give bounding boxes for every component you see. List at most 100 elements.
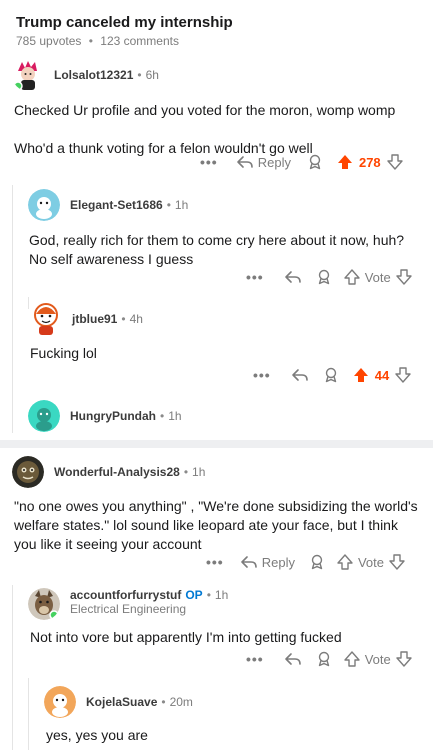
comment-author[interactable]: jtblue91 — [72, 312, 117, 326]
avatar[interactable] — [28, 189, 60, 221]
upvote-arrow-icon[interactable] — [353, 367, 369, 383]
reply-button[interactable]: Reply — [236, 154, 291, 170]
downvote-arrow-icon[interactable] — [395, 367, 411, 383]
reply-arrow-icon[interactable] — [284, 269, 302, 285]
section-separator — [0, 440, 433, 448]
award-icon[interactable] — [309, 554, 325, 570]
op-badge: OP — [185, 588, 203, 602]
separator-dot: • — [88, 34, 93, 48]
separator-dot: • — [121, 312, 126, 326]
avatar[interactable] — [12, 456, 44, 488]
comment-header: Elegant-Set1686 • 1h — [28, 189, 188, 221]
downvote-arrow-icon[interactable] — [396, 269, 412, 285]
comment-time: 4h — [129, 312, 143, 326]
comment-time: 6h — [145, 68, 159, 82]
comment-body: God, really rich for them to come cry he… — [29, 231, 424, 269]
thread-line[interactable] — [28, 297, 29, 309]
separator-dot: • — [183, 465, 189, 479]
comment-header: Lolsalot12321 • 6h — [12, 59, 159, 91]
reply-label: Reply — [257, 154, 291, 170]
separator-dot: • — [161, 695, 166, 709]
vote-label: Vote — [357, 554, 384, 570]
reply-arrow-icon — [236, 156, 253, 168]
comment-time: 1h — [174, 198, 189, 212]
award-icon[interactable] — [323, 367, 339, 383]
comment-text: Fucking lol — [30, 345, 97, 361]
comment-body: Fucking lol — [30, 344, 420, 363]
comment-header: jtblue91 • 4h — [30, 302, 143, 336]
avatar[interactable] — [44, 686, 76, 718]
vote-label: Vote — [364, 651, 391, 667]
comment-header: Wonderful-Analysis28 • 1h — [12, 456, 205, 488]
upvote-arrow-icon[interactable] — [337, 554, 353, 570]
comment-actions: ••• Reply Vote — [206, 554, 405, 570]
avatar[interactable] — [12, 59, 44, 91]
author-block: accountforfurrystuf OP • 1h Electrical E… — [70, 588, 228, 616]
more-icon[interactable]: ••• — [200, 154, 218, 170]
comment: accountforfurrystuf OP • 1h Electrical E… — [28, 588, 228, 620]
upvote-arrow-icon[interactable] — [337, 154, 353, 170]
reply-arrow-icon — [240, 556, 257, 568]
downvote-arrow-icon[interactable] — [396, 651, 412, 667]
comment: HungryPundah • 1h — [28, 400, 182, 432]
comment-count: 123 comments — [100, 34, 179, 48]
comment-header: accountforfurrystuf OP • 1h Electrical E… — [28, 588, 228, 620]
more-icon[interactable]: ••• — [253, 367, 271, 383]
comment-author[interactable]: Wonderful-Analysis28 — [54, 465, 180, 479]
comment-actions: ••• Vote — [246, 269, 412, 285]
comment-author[interactable]: Elegant-Set1686 — [70, 198, 163, 212]
more-icon[interactable]: ••• — [246, 269, 264, 285]
more-icon[interactable]: ••• — [246, 651, 264, 667]
comment-actions: ••• 44 — [253, 367, 411, 383]
comment-author[interactable]: Lolsalot12321 — [54, 68, 133, 82]
comment-time: 1h — [214, 588, 229, 602]
avatar[interactable] — [28, 588, 60, 620]
more-icon[interactable]: ••• — [206, 554, 224, 570]
vote-label: Vote — [364, 269, 391, 285]
reply-arrow-icon[interactable] — [284, 651, 302, 667]
comment: Elegant-Set1686 • 1h — [28, 189, 188, 221]
separator-dot: • — [206, 588, 211, 602]
comment: Lolsalot12321 • 6h — [12, 59, 159, 91]
comment-actions: ••• Vote — [246, 651, 412, 667]
author-line: accountforfurrystuf OP • 1h — [70, 588, 228, 602]
comment-body: Not into vore but apparently I'm into ge… — [30, 628, 425, 647]
comment-header: HungryPundah • 1h — [28, 400, 182, 432]
post-stats: 785 upvotes • 123 comments — [16, 34, 233, 48]
comment-text: "no one owes you anything" , "We're done… — [14, 498, 418, 552]
comment-author[interactable]: HungryPundah — [70, 409, 156, 423]
downvote-arrow-icon[interactable] — [389, 554, 405, 570]
comment: jtblue91 • 4h — [30, 302, 143, 336]
comment-author[interactable]: KojelaSuave — [86, 695, 157, 709]
award-icon[interactable] — [316, 651, 332, 667]
post-header: Trump canceled my internship 785 upvotes… — [16, 14, 233, 48]
user-flair: Electrical Engineering — [70, 602, 187, 616]
comment-time: 1h — [192, 465, 206, 479]
comment-author[interactable]: accountforfurrystuf — [70, 588, 181, 602]
comment-text: Not into vore but apparently I'm into ge… — [30, 629, 342, 645]
separator-dot: • — [160, 409, 165, 423]
comment-actions: ••• Reply 278 — [200, 154, 403, 170]
thread-line[interactable] — [12, 585, 13, 750]
downvote-arrow-icon[interactable] — [386, 154, 403, 170]
upvote-arrow-icon[interactable] — [344, 651, 360, 667]
thread-line[interactable] — [28, 678, 29, 750]
avatar[interactable] — [28, 400, 60, 432]
comment: Wonderful-Analysis28 • 1h — [12, 456, 205, 488]
award-icon[interactable] — [307, 154, 323, 170]
comment-text: God, really rich for them to come cry he… — [29, 232, 405, 267]
reply-arrow-icon[interactable] — [291, 367, 309, 383]
reply-button[interactable]: Reply — [240, 554, 295, 570]
award-icon[interactable] — [316, 269, 332, 285]
post-title[interactable]: Trump canceled my internship — [16, 14, 233, 31]
comment: KojelaSuave • 20m — [44, 686, 193, 718]
reply-label: Reply — [261, 554, 295, 570]
upvote-count: 785 upvotes — [16, 34, 82, 48]
upvote-arrow-icon[interactable] — [344, 269, 360, 285]
comment-time: 20m — [169, 695, 193, 709]
comment-body: yes, yes you are — [46, 726, 421, 745]
thread-line[interactable] — [12, 185, 13, 433]
vote-count: 44 — [374, 367, 390, 383]
separator-dot: • — [137, 68, 142, 82]
avatar[interactable] — [30, 302, 62, 336]
